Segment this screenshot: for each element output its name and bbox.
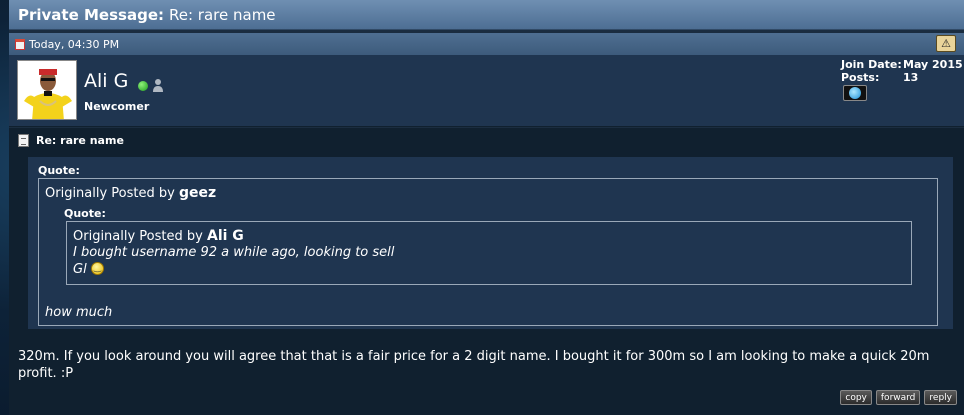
title-bar: Private Message: Re: rare name: [9, 0, 964, 30]
quote-label: Quote:: [38, 164, 80, 177]
post-icon: [15, 38, 25, 50]
inner-quote-line2: Gl: [73, 262, 87, 277]
avatar[interactable]: [17, 60, 77, 120]
skype-icon[interactable]: [843, 85, 867, 101]
message-area: Re: rare name Quote: Originally Posted b…: [9, 128, 964, 415]
avatar-image: [18, 61, 76, 119]
page-icon: [18, 134, 29, 147]
smiley-icon: [90, 260, 104, 277]
inner-quote-text: I bought username 92 a while ago, lookin…: [73, 244, 394, 278]
post-date-bar: Today, 04:30 PM ⚠: [9, 33, 964, 55]
posts-label: Posts:: [841, 71, 880, 84]
join-date-value: May 2015: [903, 58, 963, 71]
user-rank: Newcomer: [84, 100, 150, 113]
reply-button[interactable]: reply: [924, 390, 957, 405]
post-title-text: Re: rare name: [36, 134, 124, 147]
posts-value: 13: [903, 71, 919, 84]
inner-quote-label: Quote:: [64, 207, 106, 220]
profile-icon[interactable]: [152, 78, 164, 92]
copy-button[interactable]: copy: [840, 390, 872, 405]
post-date: Today, 04:30 PM: [29, 37, 120, 51]
outer-quote-attribution: Originally Posted by geez: [45, 185, 216, 201]
join-date-label: Join Date:: [841, 58, 902, 71]
inner-quote-line1: I bought username 92 a while ago, lookin…: [73, 245, 395, 260]
user-stats: Join Date:May 2015 Posts: 13: [841, 58, 963, 84]
inner-quote-box: Originally Posted by Ali G I bought user…: [66, 221, 912, 285]
quote-container: Quote: Originally Posted by geez Quote: …: [28, 157, 953, 329]
outer-quote-text: how much: [45, 305, 113, 320]
message-body: 320m. If you look around you will agree …: [18, 349, 930, 381]
forward-button[interactable]: forward: [875, 390, 921, 405]
inner-quote-attribution: Originally Posted by Ali G: [73, 228, 244, 244]
originally-posted-label: Originally Posted by: [45, 186, 175, 201]
title-label: Private Message:: [18, 5, 164, 24]
message-title: Re: rare name: [169, 5, 276, 24]
username-link[interactable]: Ali G: [84, 70, 128, 92]
inner-originally-posted-label: Originally Posted by: [73, 229, 203, 244]
online-status-icon: [138, 81, 148, 91]
outer-quote-box: Originally Posted by geez Quote: Origina…: [38, 178, 938, 326]
warning-icon[interactable]: ⚠: [936, 35, 956, 52]
post-title: Re: rare name: [18, 134, 124, 147]
inner-quote-author: Ali G: [206, 228, 244, 244]
post-actions: copy forward reply: [840, 390, 957, 405]
user-info-row: Ali G Newcomer Join Date:May 2015 Posts:…: [9, 55, 964, 127]
inner-quote-line2-wrap: Gl: [73, 260, 394, 278]
private-message-panel: Private Message: Re: rare name Today, 04…: [9, 0, 964, 415]
quote-author: geez: [178, 185, 217, 201]
